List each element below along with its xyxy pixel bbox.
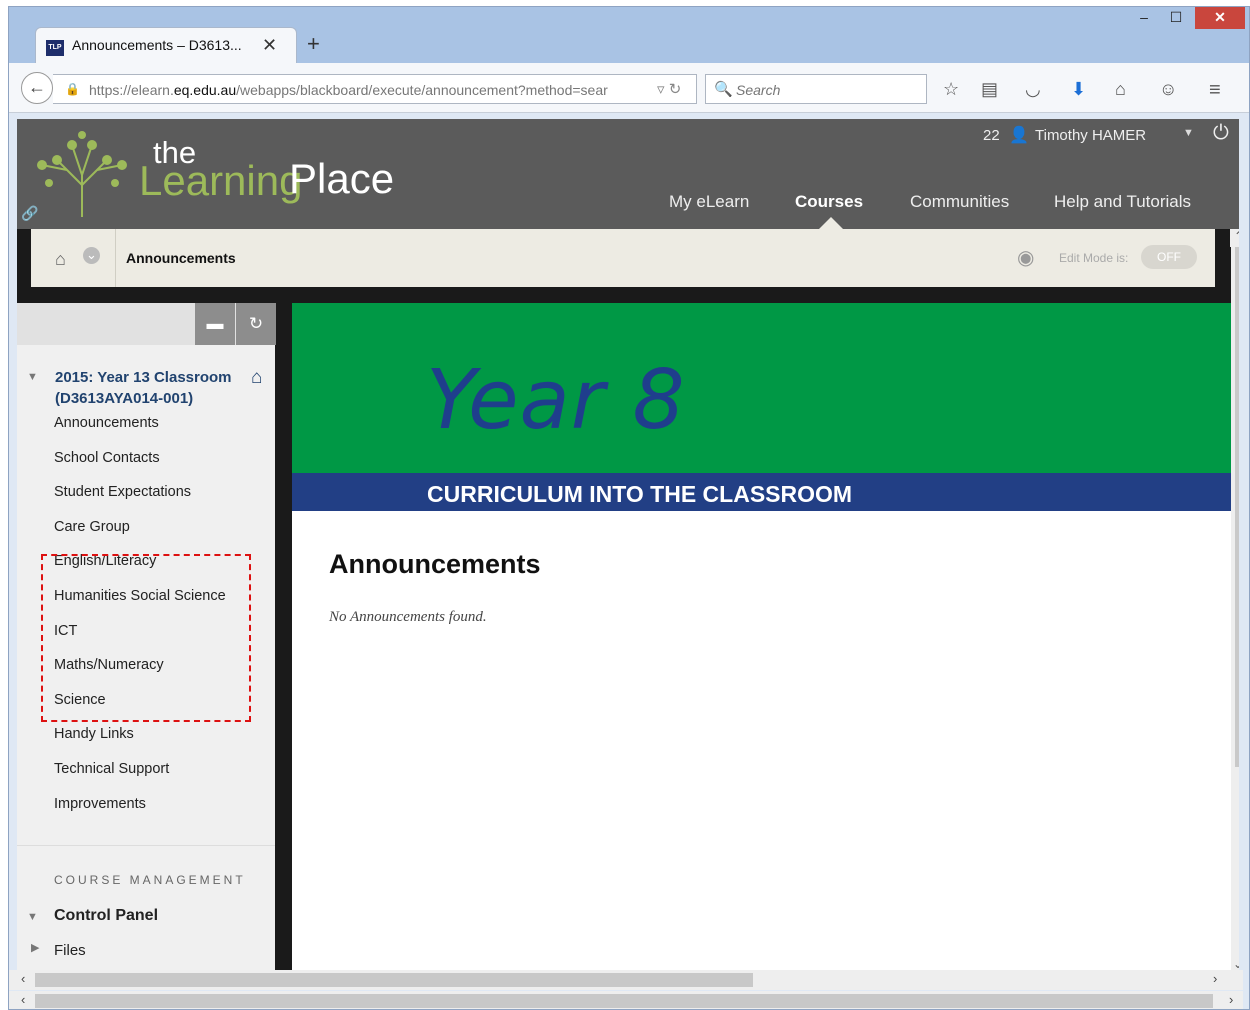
collapse-triangle-icon[interactable]: ▼	[27, 911, 38, 923]
link-icon[interactable]: 🔗	[21, 205, 38, 222]
main-content: Year 8 CURRICULUM INTO THE CLASSROOM Ann…	[292, 303, 1231, 974]
scroll-left-arrow-icon[interactable]: ‹	[21, 992, 25, 1007]
page-content: the Learning Place 🔗 22 👤 Timothy HAMER …	[17, 119, 1239, 974]
title-bar: ‒ ☐ ✕ TLP Announcements – D3613... ✕ +	[9, 7, 1249, 65]
course-banner: Year 8	[292, 303, 1231, 473]
scroll-up-arrow-icon[interactable]: ⌃	[1230, 229, 1239, 247]
horizontal-scrollbar[interactable]: ‹ ›	[9, 970, 1243, 990]
edit-mode-toggle[interactable]: OFF	[1141, 245, 1197, 269]
breadcrumb-current: Announcements	[126, 250, 236, 266]
lock-icon: 🔒	[65, 82, 80, 96]
download-icon[interactable]: ⬇	[1071, 79, 1086, 100]
control-panel-link[interactable]: Control Panel	[54, 907, 158, 925]
eye-icon: ◉	[1017, 247, 1035, 269]
url-text[interactable]: https://elearn.eq.edu.au/webapps/blackbo…	[89, 82, 608, 98]
scrollbar-thumb[interactable]	[35, 973, 753, 987]
home-icon[interactable]: ⌂	[1115, 79, 1126, 100]
scroll-right-arrow-icon[interactable]: ›	[1213, 971, 1217, 986]
collapse-triangle-icon[interactable]: ▼	[27, 371, 38, 383]
bookmark-star-icon[interactable]: ☆	[943, 79, 959, 100]
menu-item-technical-support[interactable]: Technical Support	[54, 761, 226, 796]
menu-item-school-contacts[interactable]: School Contacts	[54, 450, 226, 485]
scrollbar-thumb[interactable]	[1235, 247, 1239, 767]
nav-my-elearn[interactable]: My eLearn	[669, 192, 749, 212]
highlight-box	[41, 554, 251, 722]
back-arrow-icon[interactable]: ←	[21, 72, 53, 104]
power-icon[interactable]: ⏻	[1213, 122, 1229, 145]
maximize-button[interactable]: ☐	[1161, 7, 1191, 29]
tab-title: Announcements – D3613...	[72, 37, 242, 53]
horizontal-scrollbar[interactable]: ‹ ›	[9, 991, 1243, 1009]
tab-close-icon[interactable]: ✕	[262, 35, 277, 56]
empty-message: No Announcements found.	[329, 609, 487, 625]
course-name-link[interactable]: 2015: Year 13 Classroom (D3613AYA014-001…	[55, 367, 245, 409]
display-window-button[interactable]: ▬	[195, 303, 235, 345]
expand-triangle-icon[interactable]: ▶	[31, 941, 39, 954]
scroll-down-arrow-icon[interactable]: ⌄	[1233, 957, 1239, 971]
edit-mode-label: Edit Mode is:	[1059, 251, 1129, 265]
site-header: the Learning Place 🔗 22 👤 Timothy HAMER …	[17, 119, 1239, 229]
search-icon: 🔍	[714, 81, 733, 98]
menu-item-handy-links[interactable]: Handy Links	[54, 726, 226, 761]
chevron-down-icon[interactable]: ⌄	[83, 247, 100, 264]
minimize-button[interactable]: ‒	[1129, 7, 1159, 29]
browser-toolbar: ← 🔒 https://elearn.eq.edu.au/webapps/bla…	[9, 63, 1249, 113]
nav-help-tutorials[interactable]: Help and Tutorials	[1054, 192, 1191, 212]
divider	[17, 845, 275, 846]
menu-item-student-expectations[interactable]: Student Expectations	[54, 484, 226, 519]
notification-count[interactable]: 22	[983, 127, 1000, 144]
vertical-scrollbar[interactable]: ⌄	[1231, 247, 1239, 974]
breadcrumb: ⌂ ⌄ Announcements ◉ Edit Mode is: OFF	[31, 229, 1215, 287]
user-name[interactable]: Timothy HAMER	[1035, 127, 1146, 144]
files-link[interactable]: Files	[54, 942, 86, 959]
course-management-title: COURSE MANAGEMENT	[54, 873, 246, 887]
new-tab-icon[interactable]: +	[307, 31, 320, 57]
menu-item-announcements[interactable]: Announcements	[54, 415, 226, 450]
refresh-button[interactable]: ↻	[236, 303, 276, 345]
browser-window: ‒ ☐ ✕ TLP Announcements – D3613... ✕ + ←…	[8, 6, 1250, 1010]
course-menu: ▬ ↻ ▼ 2015: Year 13 Classroom (D3613AYA0…	[17, 303, 276, 974]
menu-item-improvements[interactable]: Improvements	[54, 796, 226, 831]
chat-icon[interactable]: ☺	[1159, 79, 1177, 100]
pocket-icon[interactable]: ◡	[1025, 79, 1041, 100]
search-box[interactable]: 🔍	[705, 74, 927, 104]
menu-item-care-group[interactable]: Care Group	[54, 519, 226, 554]
user-icon: 👤	[1009, 127, 1029, 144]
hamburger-menu-icon[interactable]: ≡	[1209, 79, 1221, 102]
nav-communities[interactable]: Communities	[910, 192, 1009, 212]
browser-tab[interactable]: TLP Announcements – D3613... ✕	[35, 27, 297, 65]
banner-subtitle: CURRICULUM INTO THE CLASSROOM	[427, 481, 853, 507]
reading-list-icon[interactable]: ▤	[981, 79, 998, 100]
reload-icon[interactable]: ▿ ↻	[657, 80, 681, 98]
banner-year-text: Year 8	[426, 353, 686, 448]
nav-courses[interactable]: Courses	[795, 192, 863, 212]
menu-toolbar: ▬ ↻	[17, 303, 276, 345]
close-window-button[interactable]: ✕	[1195, 7, 1245, 29]
course-home-icon[interactable]: ⌂	[251, 367, 262, 389]
logo-text-learning: Learning	[139, 157, 303, 204]
scroll-right-arrow-icon[interactable]: ›	[1229, 992, 1233, 1007]
scroll-left-arrow-icon[interactable]: ‹	[21, 971, 25, 986]
page-title: Announcements	[329, 549, 541, 579]
chevron-down-icon[interactable]: ▼	[1183, 127, 1194, 139]
address-bar[interactable]: 🔒 https://elearn.eq.edu.au/webapps/black…	[53, 74, 697, 104]
home-icon[interactable]: ⌂	[55, 249, 66, 270]
logo-text-place: Place	[289, 155, 395, 202]
active-nav-indicator	[819, 217, 843, 229]
divider	[115, 229, 116, 287]
search-input[interactable]	[736, 82, 916, 98]
site-favicon-icon: TLP	[46, 40, 64, 56]
scrollbar-thumb[interactable]	[35, 994, 1213, 1008]
banner-strip: CURRICULUM INTO THE CLASSROOM	[292, 473, 1231, 511]
tree-logo-icon	[37, 131, 127, 217]
